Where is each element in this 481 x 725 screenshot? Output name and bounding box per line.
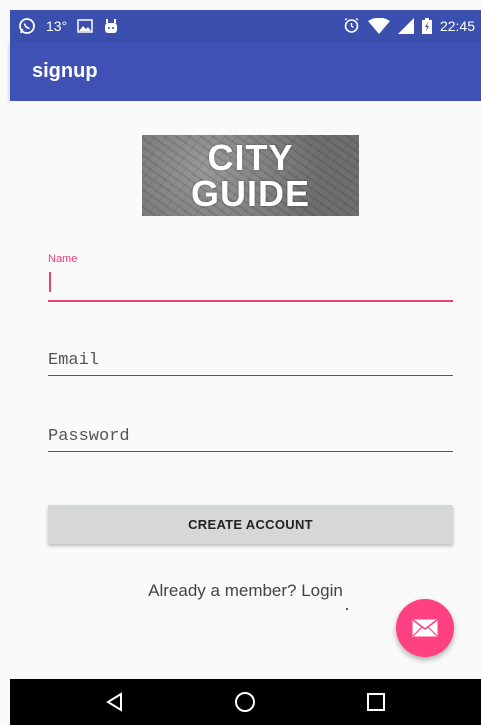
- back-button[interactable]: [95, 682, 135, 722]
- name-field-underline: [48, 300, 453, 302]
- alarm-icon: [343, 17, 360, 34]
- home-button[interactable]: [225, 682, 265, 722]
- name-field[interactable]: Name: [48, 253, 453, 303]
- email-field-underline: [48, 375, 453, 376]
- email-placeholder: Email: [48, 351, 100, 370]
- temperature-text: 13°: [46, 17, 68, 34]
- text-cursor: [49, 272, 51, 292]
- signup-form-container: CITY GUIDE Name Email Password CREATE AC…: [10, 101, 481, 679]
- status-bar: 13° 22:45: [10, 10, 481, 41]
- city-guide-logo: CITY GUIDE: [142, 135, 359, 216]
- name-field-label: Name: [48, 253, 78, 265]
- wifi-icon: [367, 17, 390, 34]
- mail-icon: [412, 619, 438, 637]
- clock-text: 22:45: [439, 17, 475, 34]
- recents-button[interactable]: [356, 682, 396, 722]
- email-field[interactable]: Email: [48, 346, 453, 378]
- signal-icon: [397, 17, 414, 34]
- recents-icon: [366, 692, 386, 712]
- navigation-bar: [10, 679, 481, 725]
- app-bar-title: signup: [32, 59, 98, 82]
- whatsapp-icon: [18, 17, 36, 35]
- battery-icon: [421, 17, 432, 34]
- back-icon: [105, 692, 125, 712]
- mail-fab[interactable]: [396, 599, 454, 657]
- image-icon: [77, 18, 93, 33]
- logo-line2: GUIDE: [190, 172, 310, 214]
- password-placeholder: Password: [48, 427, 130, 446]
- password-field-underline: [48, 451, 453, 452]
- home-icon: [234, 691, 256, 713]
- password-field[interactable]: Password: [48, 421, 453, 453]
- logo-line1: CITY: [207, 136, 294, 178]
- app-bar: signup: [10, 41, 481, 101]
- dot-artifact: [346, 608, 348, 610]
- create-account-button[interactable]: CREATE ACCOUNT: [48, 505, 453, 544]
- android-icon: [103, 18, 119, 34]
- login-link[interactable]: Already a member? Login: [10, 581, 481, 601]
